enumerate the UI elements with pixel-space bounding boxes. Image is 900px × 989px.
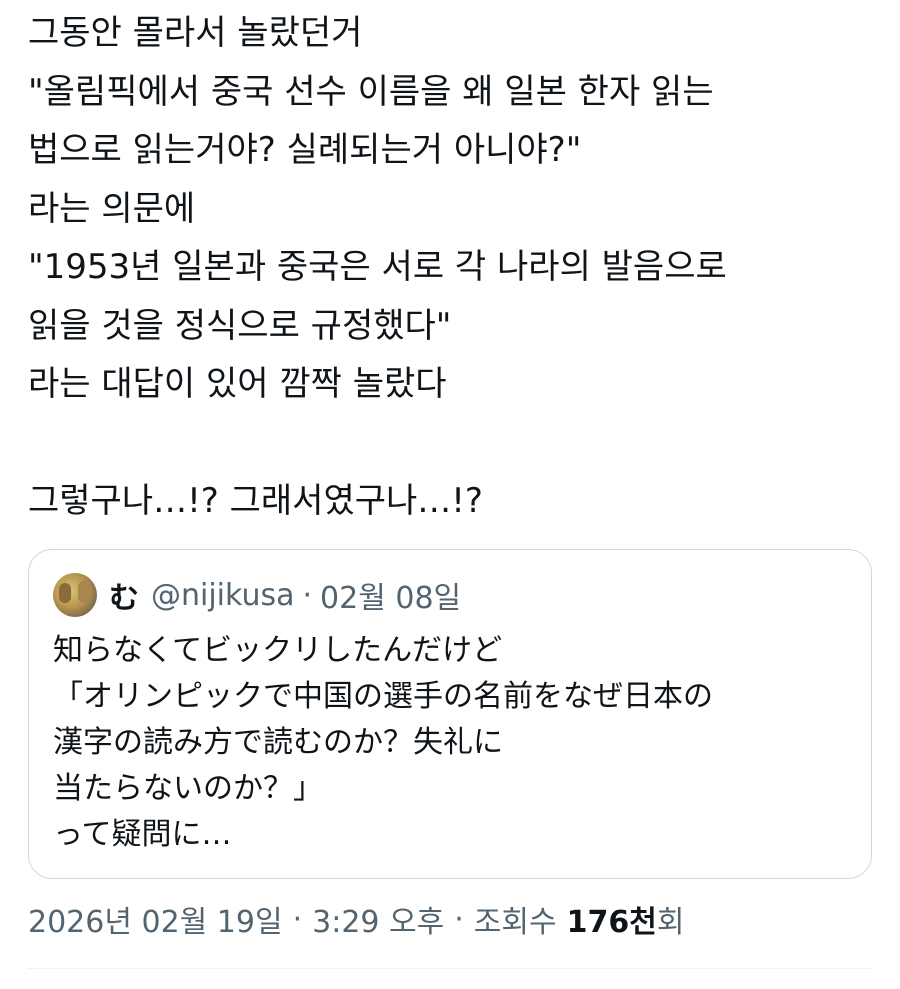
quoted-tweet-text: 知らなくてビックリしたんだけど 「オリンピックで中国の選手の名前をなぜ日本の 漢… (53, 628, 713, 858)
tweet: 그동안 몰라서 놀랐던거 "올림픽에서 중국 선수 이름을 왜 일본 한자 읽는… (28, 0, 874, 531)
separator-dot: · (302, 577, 313, 613)
separator-dot: · (292, 901, 303, 937)
quoted-author-handle[interactable]: @nijikusa (151, 578, 295, 613)
tweet-metadata: 2026년 02월 19일 · 3:29 오후 · 조회수 176천 회 (28, 897, 684, 941)
tweet-text-line: 그동안 몰라서 놀랐던거 (28, 13, 363, 53)
views-suffix: 회 (656, 905, 685, 940)
quoted-tweet-header: む @nijikusa · 02월 08일 (53, 572, 461, 618)
tweet-text-line: 읽을 것을 정식으로 규정했다" (28, 305, 452, 346)
tweet-text-line: 법으로 읽는거야? 실례되는거 아니야?" (28, 130, 582, 170)
tweet-time[interactable]: 3:29 오후 (312, 897, 444, 941)
tweet-text-line: "1953년 일본과 중국은 서로 각 나라의 발음으로 (28, 247, 727, 287)
separator-dot: · (454, 901, 464, 937)
views-label: 조회수 (473, 905, 557, 940)
tweet-text: 그동안 몰라서 놀랐던거 "올림픽에서 중국 선수 이름을 왜 일본 한자 읽는… (28, 0, 874, 531)
tweet-text-line: "올림픽에서 중국 선수 이름을 왜 일본 한자 읽는 (28, 71, 714, 112)
quoted-tweet-date[interactable]: 02월 08일 (320, 573, 461, 617)
quoted-text-line: 漢字の読み方で読むのか？失礼に (53, 725, 503, 760)
quoted-author-name[interactable]: む (109, 573, 139, 617)
tweet-date[interactable]: 2026년 02월 19일 (28, 897, 283, 941)
quoted-text-line: 「オリンピックで中国の選手の名前をなぜ日本の (53, 679, 713, 714)
views-count: 176천 (566, 905, 657, 940)
quoted-text-line: って疑問に… (53, 817, 232, 852)
divider (28, 968, 872, 969)
quoted-tweet-card[interactable]: む @nijikusa · 02월 08일 知らなくてビックリしたんだけど 「オ… (28, 549, 872, 879)
tweet-text-line: 라는 대답이 있어 깜짝 놀랐다 (28, 364, 447, 404)
quoted-text-line: 知らなくてビックリしたんだけど (53, 633, 503, 668)
tweet-text-line: 라는 의문에 (28, 188, 196, 229)
quoted-text-line: 当たらないのか？」 (53, 771, 323, 806)
tweet-text-line: 그렇구나…!? 그래서였구나…!? (28, 481, 483, 521)
user-avatar-icon[interactable] (53, 573, 97, 617)
